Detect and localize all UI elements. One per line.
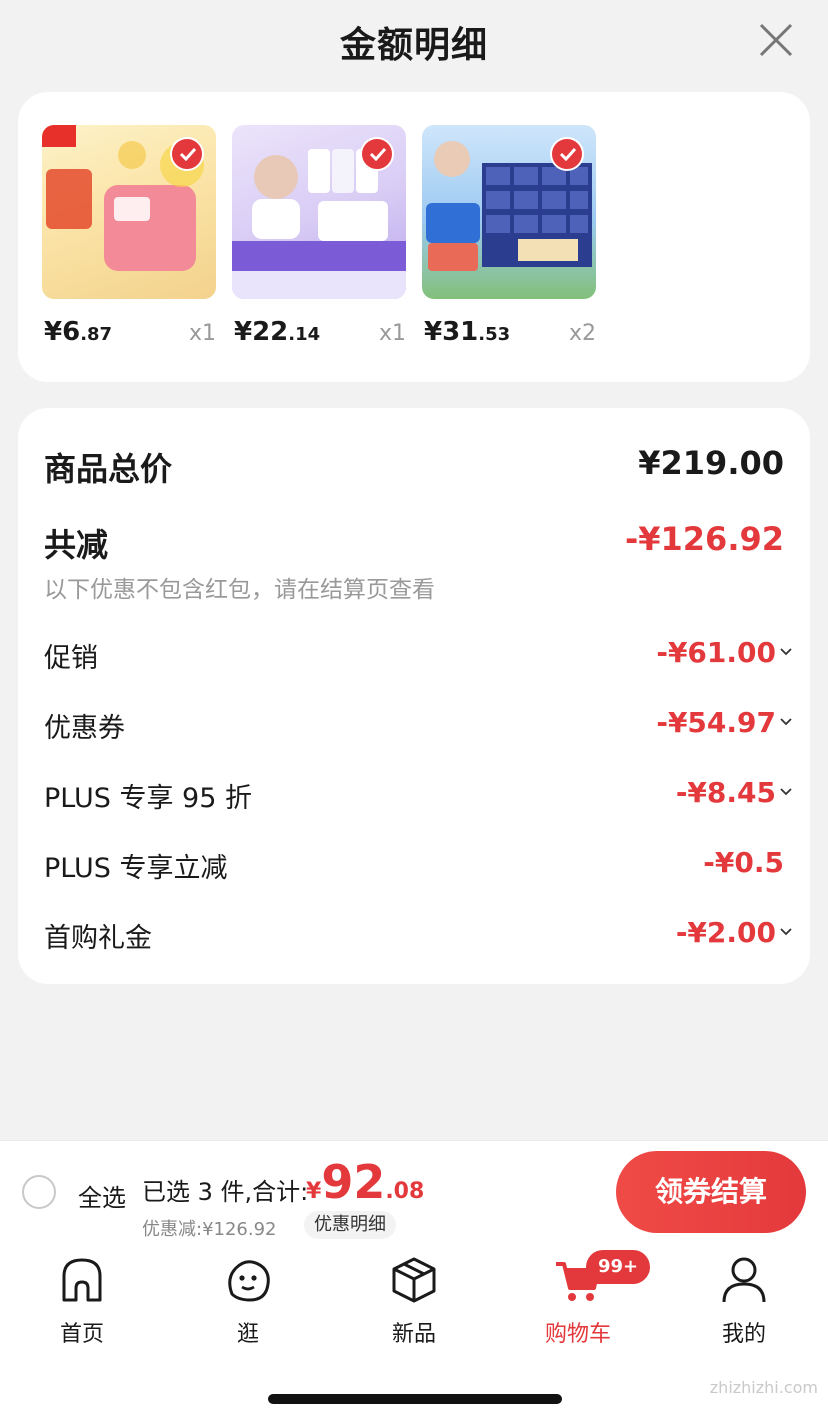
discount-label: 首购礼金 (44, 923, 152, 954)
close-icon[interactable] (758, 22, 794, 58)
discount-label: PLUS 专享 95 折 (44, 783, 252, 814)
product-check-icon[interactable] (170, 137, 204, 171)
checkout-button[interactable]: 领券结算 (616, 1151, 806, 1233)
home-indicator (268, 1394, 562, 1404)
discount-value: -¥61.00 (656, 636, 776, 669)
discount-value: -¥8.45 (675, 776, 776, 809)
discount-row-first-purchase[interactable]: 首购礼金 -¥2.00 (44, 916, 792, 956)
product-check-icon[interactable] (360, 137, 394, 171)
select-all-label[interactable]: 全选 (78, 1178, 126, 1213)
total-reduce-label: 共减 (44, 526, 109, 564)
chevron-down-icon[interactable] (780, 928, 792, 936)
discount-label: 促销 (44, 643, 98, 674)
product-quantity: x1 (188, 321, 216, 346)
product-image[interactable] (422, 125, 596, 299)
chevron-down-icon[interactable] (780, 718, 792, 726)
discount-detail-button[interactable]: 优惠明细 (304, 1211, 396, 1239)
discount-label: 优惠券 (44, 713, 125, 744)
chevron-down-icon[interactable] (780, 648, 792, 656)
page-title: 金额明细 (339, 25, 488, 66)
tab-label: 逛 (236, 1322, 259, 1347)
product-image[interactable] (232, 125, 406, 299)
discount-row-promotion[interactable]: 促销 -¥61.00 (44, 636, 792, 676)
tab-home[interactable]: 首页 (22, 1254, 142, 1348)
chevron-down-icon[interactable] (780, 788, 792, 796)
tab-me[interactable]: 我的 (684, 1254, 804, 1348)
discount-row-plus-95[interactable]: PLUS 专享 95 折 -¥8.45 (44, 776, 792, 816)
product-item[interactable]: ¥22.14 x1 (232, 125, 406, 355)
total-reduce-row: 共减 -¥126.92 (44, 520, 784, 564)
tab-label: 购物车 (544, 1322, 611, 1347)
discount-amount: 优惠减:¥126.92 (142, 1219, 277, 1240)
product-item[interactable]: ¥6.87 x1 (42, 125, 216, 355)
discount-note: 以下优惠不包含红包，请在结算页查看 (44, 577, 435, 603)
tab-label: 首页 (59, 1322, 104, 1347)
header: 金额明细 (0, 0, 828, 84)
product-list-card: ¥6.87 x1 ¥22.14 x1 ¥31.53 x2 (18, 92, 810, 382)
select-all-radio[interactable] (22, 1175, 56, 1209)
checkout-bar: 全选 已选 3 件,合计: ¥92.08 优惠减:¥126.92 优惠明细 领券… (0, 1140, 828, 1242)
user-icon (722, 1257, 766, 1303)
product-item[interactable]: ¥31.53 x2 (422, 125, 596, 355)
discount-label: PLUS 专享立减 (44, 853, 228, 884)
discount-value: -¥54.97 (656, 706, 776, 739)
tab-label: 我的 (721, 1322, 766, 1347)
tab-label: 新品 (391, 1322, 436, 1347)
cart-count-badge: 99+ (586, 1250, 651, 1284)
total-price-value: ¥219.00 (638, 444, 784, 482)
home-icon (62, 1258, 102, 1302)
tab-browse[interactable]: 逛 (188, 1254, 308, 1348)
tab-new[interactable]: 新品 (354, 1254, 474, 1348)
product-quantity: x1 (378, 321, 406, 346)
selected-count-text: 已选 3 件,合计: (142, 1178, 309, 1206)
watermark: zhizhizhi.com (709, 1378, 818, 1397)
total-price-row: 商品总价 ¥219.00 (44, 444, 784, 488)
product-price: ¥31.53 (424, 317, 511, 347)
discount-row-coupon[interactable]: 优惠券 -¥54.97 (44, 706, 792, 746)
total-price-label: 商品总价 (44, 450, 173, 488)
product-price: ¥6.87 (44, 317, 113, 347)
product-image[interactable] (42, 125, 216, 299)
box-icon (392, 1257, 436, 1303)
smile-icon (228, 1260, 270, 1302)
discount-value: -¥2.00 (675, 916, 776, 949)
total-payable-price: ¥92.08 (306, 1155, 425, 1209)
price-summary-card: 商品总价 ¥219.00 共减 -¥126.92 以下优惠不包含红包，请在结算页… (18, 408, 810, 984)
discount-value: -¥0.5 (703, 846, 784, 879)
product-check-icon[interactable] (550, 137, 584, 171)
product-price: ¥22.14 (234, 317, 321, 347)
discount-row-plus-instant: PLUS 专享立减 -¥0.5 (44, 846, 784, 886)
total-reduce-value: -¥126.92 (624, 520, 784, 558)
product-quantity: x2 (568, 321, 596, 346)
